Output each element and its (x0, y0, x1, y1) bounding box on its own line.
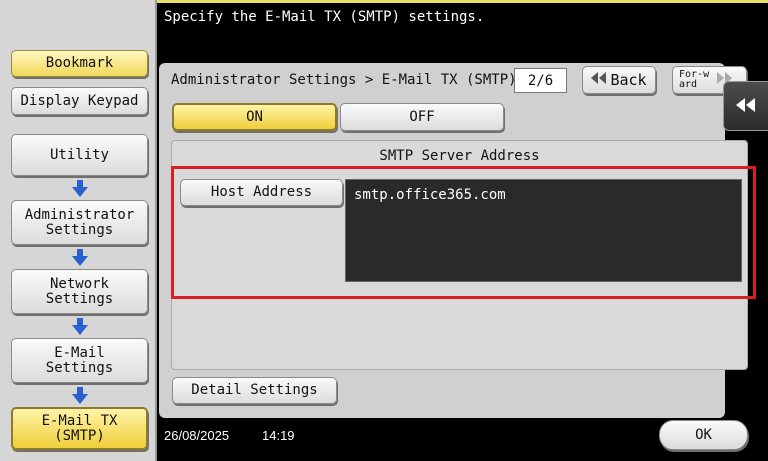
double-left-arrow-icon (591, 72, 607, 88)
breadcrumb-label: Utility (49, 146, 109, 163)
breadcrumb-label: Administrator Settings (24, 206, 135, 238)
bookmark-label: Bookmark (45, 55, 114, 71)
host-address-label: Host Address (210, 184, 313, 200)
host-address-field[interactable]: smtp.office365.com (345, 179, 742, 282)
arrow-down-icon (72, 249, 88, 267)
arrow-down-icon (72, 318, 88, 336)
page-indicator: 2/6 (514, 68, 567, 93)
host-address-value: smtp.office365.com (354, 187, 506, 203)
detail-settings-label: Detail Settings (191, 382, 318, 398)
on-button[interactable]: ON (172, 103, 337, 131)
detail-settings-button[interactable]: Detail Settings (172, 377, 337, 404)
instruction-message: Specify the E-Mail TX (SMTP) settings. (164, 9, 485, 25)
off-button[interactable]: OFF (340, 103, 504, 131)
breadcrumb-administrator-settings-button[interactable]: Administrator Settings (11, 200, 148, 245)
arrow-down-icon (72, 387, 88, 405)
smtp-section-title: SMTP Server Address (379, 148, 540, 164)
display-keypad-label: Display Keypad (20, 92, 139, 109)
bookmark-button[interactable]: Bookmark (11, 50, 148, 77)
display-keypad-button[interactable]: Display Keypad (11, 87, 148, 115)
collapse-panel-button[interactable] (723, 81, 768, 131)
time-display: 14:19 (262, 428, 295, 443)
breadcrumb-email-tx-smtp-button[interactable]: E-Mail TX (SMTP) (11, 407, 148, 450)
breadcrumb-label: E-Mail TX (SMTP) (41, 412, 118, 444)
breadcrumb-network-settings-button[interactable]: Network Settings (11, 269, 148, 314)
breadcrumb-label: Network Settings (45, 275, 114, 307)
back-button[interactable]: Back (582, 66, 656, 94)
date-display: 26/08/2025 (164, 428, 230, 443)
back-label: Back (610, 70, 647, 89)
double-left-chevron-icon (736, 97, 756, 116)
host-address-button[interactable]: Host Address (180, 179, 343, 206)
ok-button[interactable]: OK (659, 420, 748, 450)
top-accent-line (157, 0, 768, 3)
breadcrumb-utility-button[interactable]: Utility (11, 134, 148, 176)
off-label: OFF (409, 108, 435, 125)
page-title: Administrator Settings > E-Mail TX (SMTP… (171, 72, 517, 88)
breadcrumb-email-settings-button[interactable]: E-Mail Settings (11, 338, 148, 383)
on-label: ON (246, 108, 263, 125)
forward-label: For-ward (679, 69, 710, 90)
breadcrumb-label: E-Mail Settings (45, 344, 114, 376)
ok-label: OK (695, 426, 712, 443)
arrow-down-icon (72, 180, 88, 198)
